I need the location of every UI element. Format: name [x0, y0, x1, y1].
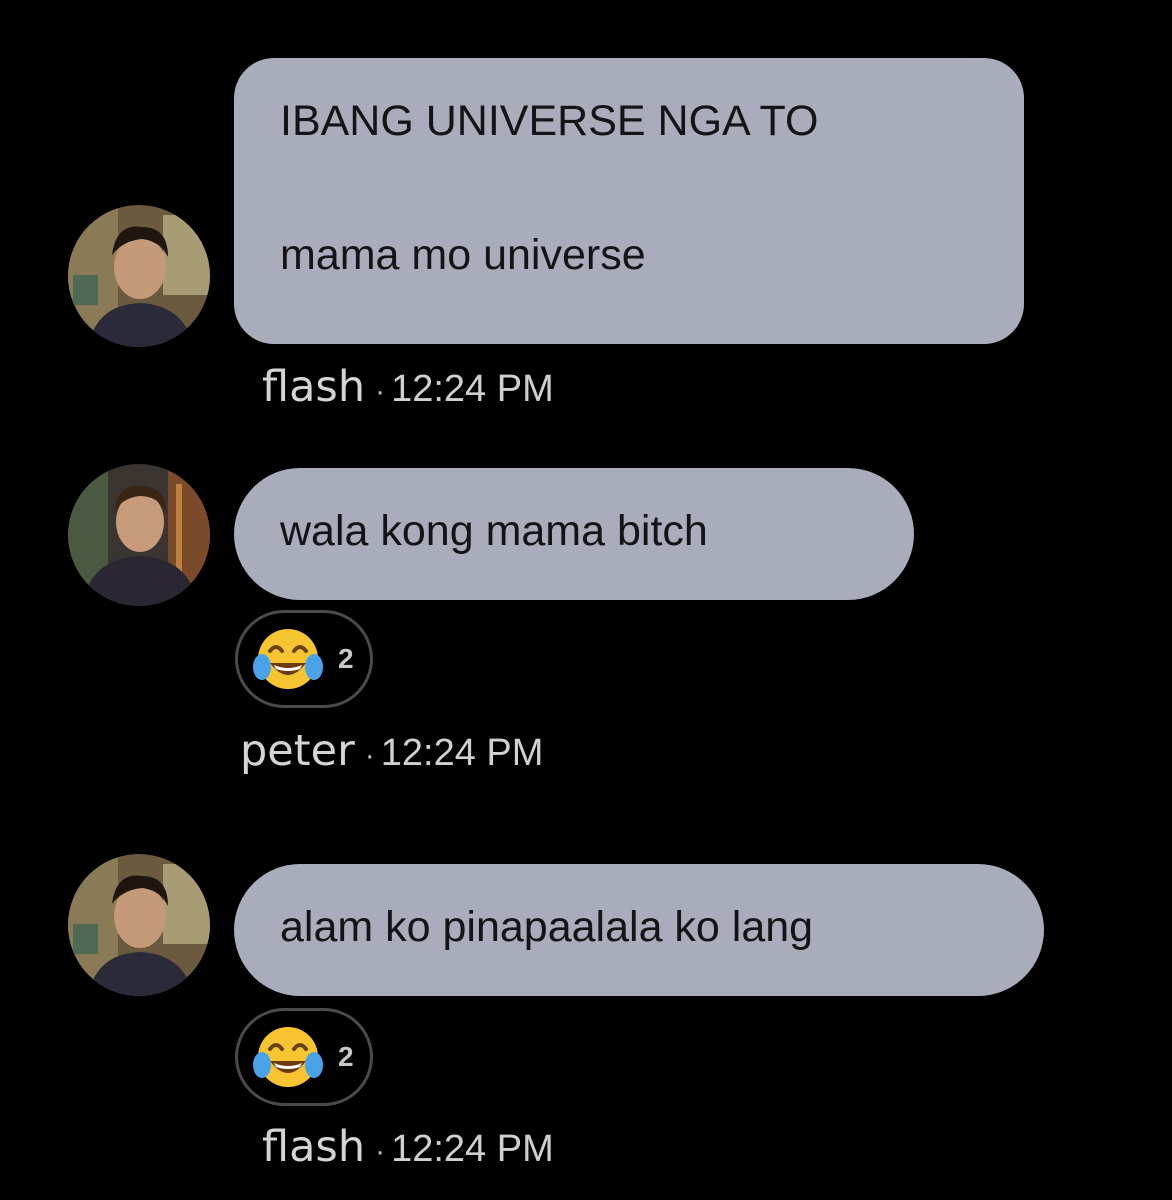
face-with-tears-of-joy-icon — [252, 623, 324, 695]
face-with-tears-of-joy-icon — [252, 1021, 324, 1093]
message-text-line: IBANG UNIVERSE NGA TO — [280, 97, 819, 145]
reaction-count: 2 — [338, 643, 354, 674]
message-timestamp: 12:24 PM — [380, 732, 544, 774]
sender-name: flash — [262, 1122, 366, 1172]
message-text-line: wala kong mama bitch — [280, 507, 708, 555]
person-avatar-icon — [68, 464, 210, 606]
avatar-flash[interactable] — [68, 205, 210, 347]
message-timestamp: 12:24 PM — [391, 1128, 554, 1170]
person-avatar-icon — [68, 205, 210, 347]
meta-separator: · — [375, 375, 386, 408]
meta-separator: · — [375, 1135, 386, 1168]
reaction-badge[interactable]: 2 — [235, 1008, 373, 1106]
message-bubble[interactable]: wala kong mama bitch — [234, 468, 914, 600]
meta-separator: · — [364, 739, 375, 772]
avatar-peter[interactable] — [68, 464, 210, 606]
avatar-flash[interactable] — [68, 854, 210, 996]
reaction-badge[interactable]: 2 — [235, 610, 373, 708]
message-text-line: mama mo universe — [280, 231, 646, 280]
message-meta: peter · 12:24 PM — [240, 726, 543, 776]
person-avatar-icon — [68, 854, 210, 996]
message-meta: flash · 12:24 PM — [262, 1122, 554, 1172]
message-bubble[interactable]: alam ko pinapaalala ko lang — [234, 864, 1044, 996]
message-text-line: alam ko pinapaalala ko lang — [280, 903, 814, 951]
message-bubble[interactable]: IBANG UNIVERSE NGA TO mama mo universe — [234, 58, 1024, 344]
sender-name: peter — [240, 726, 355, 776]
sender-name: flash — [262, 362, 366, 412]
message-timestamp: 12:24 PM — [391, 368, 554, 410]
reaction-count: 2 — [338, 1041, 354, 1072]
message-meta: flash · 12:24 PM — [262, 362, 554, 412]
